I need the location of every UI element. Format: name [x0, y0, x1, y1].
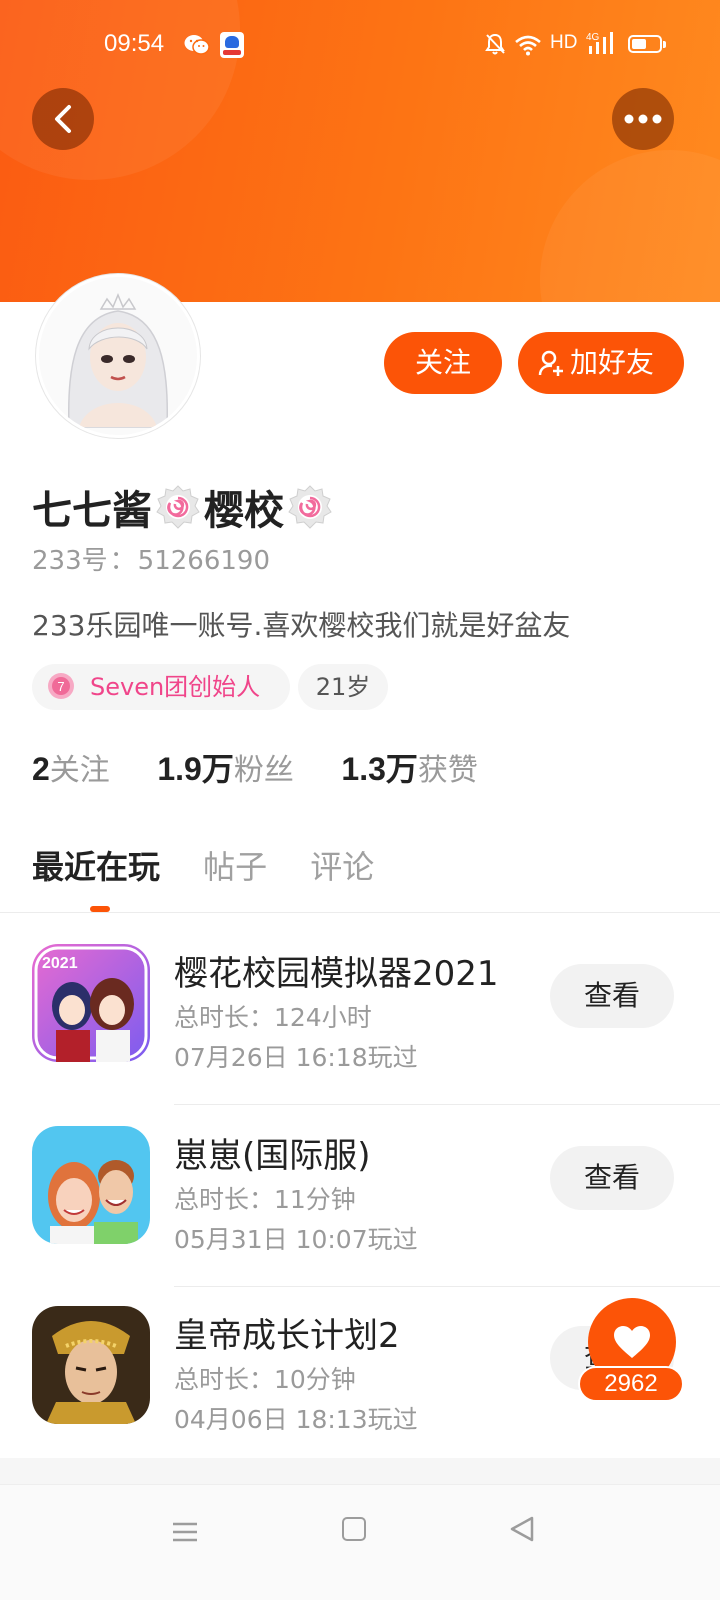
- section-gap: [0, 1458, 720, 1484]
- tab-recently-played[interactable]: 最近在玩: [32, 842, 160, 888]
- founder-tag[interactable]: 7 Seven团创始人: [32, 664, 290, 710]
- game-icon-zepeto: [32, 1126, 150, 1244]
- profile-stats: 2关注 1.9万粉丝 1.3万获赞: [32, 744, 516, 788]
- baidu-icon: [220, 32, 244, 58]
- like-count-badge: 2962: [578, 1366, 684, 1402]
- founder-tag-label: Seven团创始人: [90, 673, 261, 701]
- game-duration: 总时长：124小时: [174, 1003, 372, 1032]
- game-last-played: 04月06日 18:13玩过: [174, 1405, 418, 1434]
- follow-button[interactable]: 关注: [384, 332, 502, 394]
- avatar-image: [39, 277, 197, 435]
- svg-text:7: 7: [57, 679, 64, 694]
- lollipop-badge-icon: [156, 485, 200, 529]
- menu-icon[interactable]: [172, 1521, 198, 1543]
- tab-posts[interactable]: 帖子: [203, 842, 267, 888]
- tab-comments[interactable]: 评论: [310, 842, 374, 888]
- back-button[interactable]: [32, 88, 94, 150]
- back-triangle-icon[interactable]: [508, 1515, 536, 1543]
- wechat-icon: [184, 35, 210, 55]
- profile-tabs: 最近在玩 帖子 评论: [32, 842, 412, 902]
- following-stat[interactable]: 2关注: [32, 745, 110, 789]
- bio-text: 233乐园唯一账号.喜欢樱校我们就是好盆友: [32, 609, 571, 642]
- followers-label: 粉丝: [233, 753, 294, 788]
- likes-stat: 1.3万获赞: [341, 744, 478, 790]
- svg-text:4G: 4G: [586, 32, 600, 43]
- home-square-icon[interactable]: [342, 1517, 366, 1541]
- status-bar: 09:54 HD 4G: [0, 26, 720, 66]
- game-title: 皇帝成长计划2: [174, 1316, 400, 1356]
- username: 七七酱 樱校: [32, 478, 336, 534]
- user-id: 233号：51266190: [32, 540, 270, 577]
- game-last-played: 07月26日 16:18玩过: [174, 1043, 418, 1072]
- system-nav-bar: [0, 1484, 720, 1600]
- user-id-value: 51266190: [137, 546, 270, 576]
- signal-4g-icon: 4G: [586, 32, 613, 54]
- wifi-icon: [515, 35, 541, 56]
- network-type-label: HD: [550, 32, 578, 53]
- svg-text:2021: 2021: [42, 955, 78, 972]
- likes-label: 获赞: [417, 753, 478, 788]
- list-item[interactable]: 崽崽(国际服) 总时长：11分钟 05月31日 10:07玩过 查看: [0, 1106, 720, 1288]
- game-duration: 总时长：11分钟: [174, 1185, 356, 1214]
- divider: [0, 912, 720, 913]
- username-part: 樱校: [204, 488, 284, 534]
- mute-icon: [485, 33, 505, 55]
- followers-stat[interactable]: 1.9万粉丝: [157, 744, 294, 790]
- username-part: 七七酱: [32, 488, 152, 534]
- followers-count: 1.9万: [157, 751, 234, 787]
- following-label: 关注: [49, 753, 110, 788]
- chevron-left-icon: [55, 105, 71, 133]
- game-icon-emperor: [32, 1306, 150, 1424]
- status-time: 09:54: [104, 30, 165, 57]
- medal-icon: 7: [48, 673, 74, 699]
- view-button[interactable]: 查看: [550, 1146, 674, 1210]
- profile-header-banner: 09:54 HD 4G: [0, 0, 720, 308]
- game-last-played: 05月31日 10:07玩过: [174, 1225, 418, 1254]
- game-title: 樱花校园模拟器2021: [174, 954, 499, 994]
- following-count: 2: [32, 751, 50, 787]
- likes-count: 1.3万: [341, 751, 418, 787]
- more-options-button[interactable]: [612, 88, 674, 150]
- game-duration: 总时长：10分钟: [174, 1365, 356, 1394]
- age-tag: 21岁: [298, 664, 388, 710]
- banner-decoration: [540, 150, 720, 308]
- user-id-separator: ：: [109, 546, 136, 576]
- user-id-label: 233号: [32, 546, 108, 576]
- avatar[interactable]: [36, 274, 200, 438]
- add-user-icon: [538, 350, 563, 376]
- game-title: 崽崽(国际服): [174, 1136, 371, 1176]
- game-icon-sakura-school: 2021: [32, 944, 150, 1062]
- view-button[interactable]: 查看: [550, 964, 674, 1028]
- heart-icon: [614, 1326, 650, 1358]
- add-friend-button[interactable]: 加好友: [518, 332, 684, 394]
- lollipop-badge-icon: [288, 485, 332, 529]
- list-item[interactable]: 2021 樱花校园模拟器2021 总时长：124小时 07月26日 16:18玩…: [0, 924, 720, 1106]
- more-dots-icon: [624, 114, 662, 124]
- divider: [174, 1104, 720, 1105]
- battery-icon: [628, 35, 666, 53]
- add-friend-label: 加好友: [570, 346, 655, 379]
